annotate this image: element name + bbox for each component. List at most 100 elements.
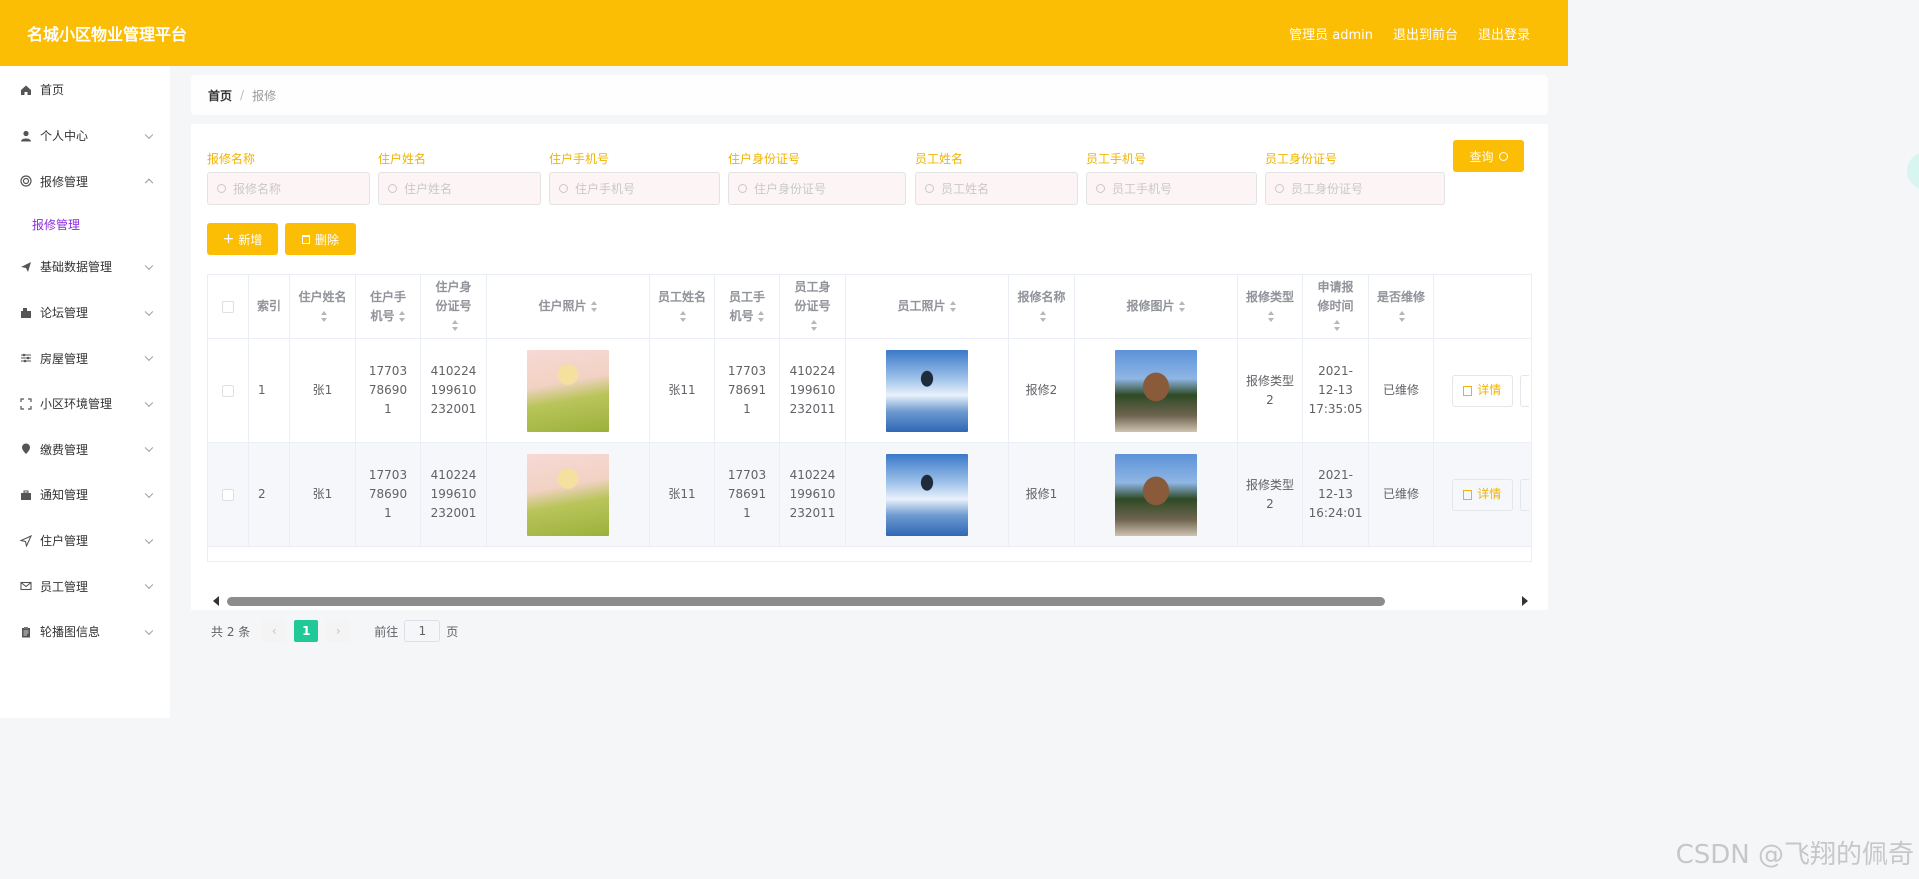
sort-icon[interactable] [949,301,957,312]
header-cell[interactable]: 员工身份证号 [780,275,846,338]
detail-button[interactable]: 详情 [1452,478,1513,511]
breadcrumb: 首页 / 报修 [191,75,1548,115]
sidebar-item-label: 论坛管理 [40,306,89,321]
scroll-right-arrow-icon[interactable] [1522,596,1528,606]
sort-icon[interactable] [680,310,687,322]
sidebar-item-house[interactable]: 房屋管理 [0,335,170,381]
sidebar-item-personal[interactable]: 个人中心 [0,113,170,159]
header-cell[interactable]: 员工照片 [846,275,1009,338]
chevron-down-icon [144,443,154,453]
delete-button-label: 删除 [314,232,339,247]
sidebar-subitem-repair[interactable]: 报修管理 [0,204,170,244]
sidebar-item-notice[interactable]: 通知管理 [0,472,170,518]
cell-index: 2 [249,443,290,546]
resident-id-input[interactable]: 住户身份证号 [728,172,906,205]
horizontal-scrollbar[interactable] [207,594,1532,608]
admin-user-link[interactable]: 管理员 admin [1289,24,1373,43]
staff-phone-input[interactable]: 员工手机号 [1086,172,1257,205]
header-cell[interactable]: 住户手机号 [356,275,421,338]
more-action-button[interactable] [1519,478,1529,511]
checkbox[interactable] [222,488,234,501]
sidebar-item-label: 员工管理 [40,579,89,594]
header-cell[interactable]: 住户照片 [487,275,650,338]
header-cell[interactable]: 是否维修 [1369,275,1434,338]
query-button-label: 查询 [1469,149,1494,164]
sidebar-item-resident[interactable]: 住户管理 [0,518,170,564]
delete-button[interactable]: 删除 [285,223,356,255]
row-select[interactable] [208,339,249,442]
resident-phone-input[interactable]: 住户手机号 [549,172,720,205]
breadcrumb-home[interactable]: 首页 [208,87,232,104]
sidebar-item-environment[interactable]: 小区环境管理 [0,381,170,427]
header-select-all[interactable] [208,275,249,338]
sidebar-item-payment[interactable]: 缴费管理 [0,427,170,473]
header-cell[interactable]: 住户姓名 [290,275,356,338]
staff-name-input[interactable]: 员工姓名 [915,172,1078,205]
add-button[interactable]: + 新增 [207,223,278,255]
header-cell[interactable]: 报修图片 [1075,275,1238,338]
logout-link[interactable]: 退出登录 [1478,24,1530,43]
sort-icon[interactable] [811,320,818,331]
floating-widget[interactable] [1907,152,1919,190]
resident-photo[interactable] [527,453,609,536]
goto-page-input[interactable]: 1 [404,620,441,642]
sort-icon[interactable] [1039,310,1047,322]
table-row: 1 张1 17703786901 410224199610232001 张11 … [208,339,1531,443]
row-select[interactable] [208,443,249,546]
header-cell[interactable]: 员工姓名 [650,275,715,338]
scrollbar-thumb[interactable] [227,597,1385,606]
sidebar-item-staff[interactable]: 员工管理 [0,563,170,609]
sidebar-item-carousel[interactable]: 轮播图信息 [0,609,170,655]
staff-photo[interactable] [886,349,968,432]
plus-icon: + [222,231,235,247]
pagination-page-unit: 页 [446,624,459,639]
cell-resident-photo [487,339,650,442]
pin-icon [19,442,33,456]
checkbox[interactable] [222,384,234,397]
staff-id-input[interactable]: 员工身份证号 [1265,172,1445,205]
checkbox[interactable] [222,300,234,313]
header-cell[interactable]: 报修类型 [1238,275,1303,338]
sidebar-item-basedata[interactable]: 基础数据管理 [0,244,170,290]
sort-icon[interactable] [398,310,406,322]
prev-page-button[interactable]: ‹ [262,620,287,642]
header-cell[interactable]: 员工手机号 [715,275,780,338]
repair-photo[interactable] [1115,453,1197,536]
cell-actions: 详情 [1434,443,1531,546]
sidebar-item-label: 房屋管理 [40,351,89,366]
exit-to-front-link[interactable]: 退出到前台 [1393,24,1458,43]
repair-photo[interactable] [1115,349,1197,432]
search-group-staff-phone: 员工手机号 员工手机号 [1086,150,1257,205]
sort-icon[interactable] [1399,310,1406,322]
more-action-button[interactable] [1519,374,1529,407]
cell-staff-id: 410224199610232011 [780,339,846,442]
sidebar-item-label: 通知管理 [40,488,89,503]
sort-icon[interactable] [1334,320,1341,331]
repair-name-input[interactable]: 报修名称 [207,172,370,205]
send-icon [19,260,33,274]
navigation-icon [19,534,33,548]
sort-icon[interactable] [1178,301,1186,312]
page-number-button[interactable]: 1 [294,620,319,642]
sort-icon[interactable] [590,301,598,312]
next-page-button[interactable]: › [326,620,351,642]
sidebar-item-repair[interactable]: 报修管理 [0,159,170,205]
header-cell[interactable]: 报修名称 [1009,275,1075,338]
sort-icon[interactable] [452,320,459,331]
detail-button[interactable]: 详情 [1452,374,1513,407]
sort-icon[interactable] [320,310,328,322]
sidebar-item-label: 报修管理 [40,174,89,189]
sort-icon[interactable] [1268,310,1275,322]
resident-name-input[interactable]: 住户姓名 [378,172,541,205]
sidebar-item-home[interactable]: 首页 [0,66,170,113]
header-cell[interactable]: 住户身份证号 [421,275,487,338]
search-label: 员工手机号 [1086,152,1147,166]
cell-staff-name: 张11 [650,443,715,546]
sort-icon[interactable] [757,310,765,322]
scroll-left-arrow-icon[interactable] [213,596,219,606]
header-cell[interactable]: 申请报修时间 [1303,275,1369,338]
staff-photo[interactable] [886,453,968,536]
resident-photo[interactable] [527,349,609,432]
query-button[interactable]: 查询 [1453,140,1524,172]
sidebar-item-forum[interactable]: 论坛管理 [0,290,170,336]
